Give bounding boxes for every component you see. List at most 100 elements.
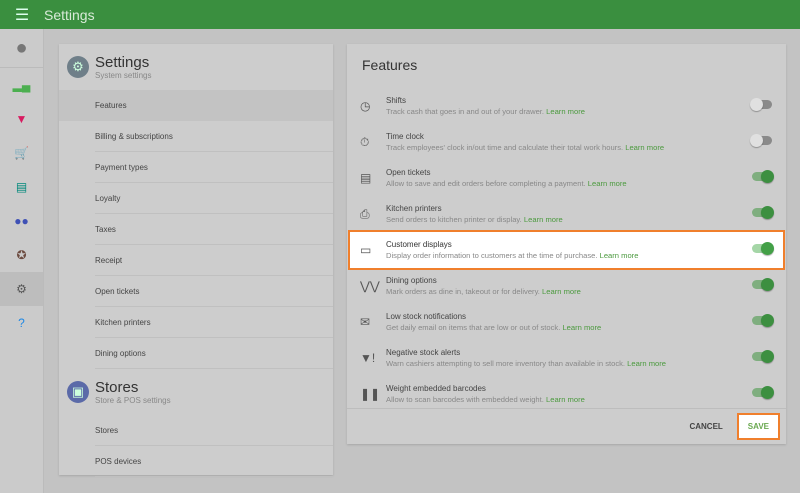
section-subtitle: System settings <box>95 71 152 80</box>
learn-more-link[interactable]: Learn more <box>562 323 601 332</box>
gear-icon: ⚙ <box>16 282 27 296</box>
feature-description: Send orders to kitchen printer or displa… <box>386 215 563 224</box>
feature-description: Mark orders as dine in, takeout or for d… <box>386 287 581 296</box>
learn-more-link[interactable]: Learn more <box>524 215 563 224</box>
feature-row: ⏱ Time clock Track employees' clock in/out… <box>347 124 786 160</box>
feature-row: ❚❚ Weight embedded barcodes Allow to scan … <box>347 376 786 412</box>
stores-section-header: ▣ Stores Store & POS settings <box>59 369 333 415</box>
learn-more-link[interactable]: Learn more <box>627 359 666 368</box>
ticket-clock-icon: ▤ <box>360 171 372 185</box>
feature-name: Time clock <box>386 132 424 141</box>
feature-description: Track cash that goes in and out of your … <box>386 107 585 116</box>
settings-section-header: ⚙ Settings System settings <box>59 44 333 90</box>
feature-row: ▭ Customer displays Display order informat… <box>348 230 785 270</box>
section-subtitle: Store & POS settings <box>95 396 171 405</box>
learn-more-link[interactable]: Learn more <box>546 395 585 404</box>
feature-row: ◷ Shifts Track cash that goes in and out o… <box>347 88 786 124</box>
menu-item[interactable]: Dining options <box>95 338 333 369</box>
nav-rail: ● ▂▄ ▼ 🛒 ▤ ●● ✪ ⚙? <box>0 29 44 493</box>
feature-name: Weight embedded barcodes <box>386 384 486 393</box>
nav-customer-card[interactable]: ▤ <box>0 170 43 204</box>
feature-toggle[interactable] <box>752 314 774 327</box>
feature-toggle[interactable] <box>752 242 774 255</box>
feature-description: Allow to save and edit orders before com… <box>386 179 627 188</box>
card-footer: CANCEL SAVE <box>347 408 786 444</box>
feature-toggle[interactable] <box>752 170 774 183</box>
feature-name: Customer displays <box>386 240 452 249</box>
nav-account[interactable]: ● <box>0 29 43 68</box>
account-icon: ● <box>15 36 28 59</box>
settings-menu-card: ⚙ Settings System settings Features Billi… <box>59 44 333 477</box>
puzzle-icon: ✪ <box>16 248 27 262</box>
utensils-icon: ⋁⋁ <box>360 279 380 293</box>
feature-toggle[interactable] <box>752 386 774 399</box>
printer-icon: ⎙ <box>360 206 370 221</box>
menu-item[interactable]: Features <box>59 90 333 121</box>
menu-item[interactable]: Loyalty <box>95 183 333 214</box>
stopwatch-icon: ⏱ <box>360 134 370 149</box>
nav-gear[interactable]: ⚙ <box>0 272 43 306</box>
store-icon: ▣ <box>67 381 89 403</box>
help-icon: ? <box>18 316 25 330</box>
menu-item[interactable]: Stores <box>95 415 333 446</box>
cart-icon: 🛒 <box>14 146 29 160</box>
menu-item[interactable]: Open tickets <box>95 276 333 307</box>
basket-alert-icon: ▼! <box>360 351 376 365</box>
mail-icon: ✉ <box>360 315 371 329</box>
features-title: Features <box>362 57 418 73</box>
feature-description: Display order information to customers a… <box>386 251 639 260</box>
employees-icon: ●● <box>14 214 29 228</box>
feature-description: Allow to scan barcodes with embedded wei… <box>386 395 585 404</box>
feature-name: Negative stock alerts <box>386 348 461 357</box>
feature-toggle[interactable] <box>750 134 772 147</box>
feature-description: Get daily email on items that are low or… <box>386 323 602 332</box>
feature-name: Low stock notifications <box>386 312 467 321</box>
nav-puzzle[interactable]: ✪ <box>0 238 43 272</box>
top-bar: ☰ Settings <box>0 0 800 29</box>
cancel-button[interactable]: CANCEL <box>689 422 722 431</box>
hamburger-icon[interactable]: ☰ <box>0 5 44 25</box>
feature-row: ▤ Open tickets Allow to save and edit orde… <box>347 160 786 196</box>
menu-item[interactable]: Payment types <box>95 152 333 183</box>
menu-item[interactable]: Billing & subscriptions <box>95 121 333 152</box>
gear-icon: ⚙ <box>67 56 89 78</box>
section-title: Settings <box>95 54 150 71</box>
customer-card-icon: ▤ <box>15 180 28 194</box>
menu-item[interactable]: POS devices <box>95 446 333 477</box>
feature-row: ⋁⋁ Dining options Mark orders as dine in, … <box>347 268 786 304</box>
learn-more-link[interactable]: Learn more <box>588 179 627 188</box>
nav-cart[interactable]: 🛒 <box>0 136 43 170</box>
nav-basket[interactable]: ▼ <box>0 102 43 136</box>
feature-description: Track employees' clock in/out time and c… <box>386 143 665 152</box>
learn-more-link[interactable]: Learn more <box>542 287 581 296</box>
feature-name: Open tickets <box>386 168 431 177</box>
barcode-kg-icon: ❚❚ <box>360 387 381 401</box>
feature-toggle[interactable] <box>750 98 772 111</box>
feature-toggle[interactable] <box>752 206 774 219</box>
feature-name: Dining options <box>386 276 437 285</box>
learn-more-link[interactable]: Learn more <box>625 143 664 152</box>
save-button[interactable]: SAVE <box>736 413 780 440</box>
feature-row: ⎙ Kitchen printers Send orders to kitchen … <box>347 196 786 232</box>
bar-chart-icon: ▂▄ <box>12 78 31 92</box>
nav-bar-chart[interactable]: ▂▄ <box>0 68 43 102</box>
feature-toggle[interactable] <box>752 350 774 363</box>
learn-more-link[interactable]: Learn more <box>600 251 639 260</box>
clock-icon: ◷ <box>360 99 371 113</box>
learn-more-link[interactable]: Learn more <box>546 107 585 116</box>
display-icon: ▭ <box>360 243 372 257</box>
feature-name: Shifts <box>386 96 407 105</box>
section-title: Stores <box>95 379 139 396</box>
basket-icon: ▼ <box>15 112 28 126</box>
nav-help[interactable]: ? <box>0 306 43 340</box>
features-card: Features ◷ Shifts Track cash that goes in … <box>347 44 786 444</box>
menu-item[interactable]: Taxes <box>95 214 333 245</box>
app-title: Settings <box>44 6 95 23</box>
feature-name: Kitchen printers <box>386 204 442 213</box>
feature-row: ▼! Negative stock alerts Warn cashiers att… <box>347 340 786 376</box>
nav-employees[interactable]: ●● <box>0 204 43 238</box>
feature-toggle[interactable] <box>752 278 774 291</box>
menu-item[interactable]: Kitchen printers <box>95 307 333 338</box>
menu-item[interactable]: Receipt <box>95 245 333 276</box>
feature-row: ✉ Low stock notifications Get daily email … <box>347 304 786 340</box>
